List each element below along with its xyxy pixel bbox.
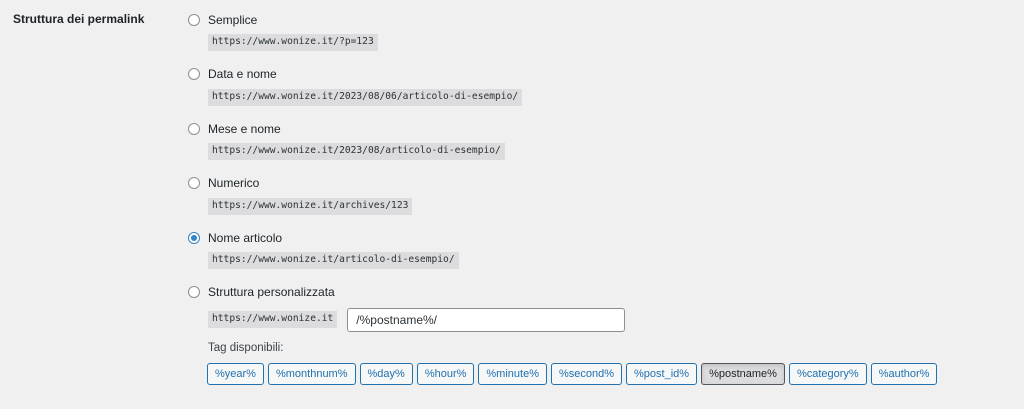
- option-row: Mese e nome: [188, 121, 1008, 136]
- example-url-nome-articolo: https://www.wonize.it/articolo-di-esempi…: [208, 252, 459, 269]
- option-row: Numerico: [188, 176, 1008, 191]
- option-row: Struttura personalizzata: [188, 285, 1008, 300]
- custom-base-url: https://www.wonize.it: [208, 311, 338, 328]
- option-label-semplice[interactable]: Semplice: [208, 13, 257, 27]
- permalink-structure-label: Struttura dei permalink: [13, 12, 145, 26]
- option-label-numerico[interactable]: Numerico: [208, 176, 259, 190]
- example-url-numerico: https://www.wonize.it/archives/123: [208, 197, 413, 215]
- option-nome-articolo: Nome articolo https://www.wonize.it/arti…: [188, 230, 1008, 285]
- tag-button-post-id[interactable]: %post_id%: [626, 362, 698, 385]
- option-label-data-e-nome[interactable]: Data e nome: [208, 67, 277, 81]
- option-row: Nome articolo: [188, 230, 1008, 245]
- option-label-struttura-personalizzata[interactable]: Struttura personalizzata: [208, 285, 335, 299]
- option-row: Semplice: [188, 12, 1008, 27]
- radio-struttura-personalizzata[interactable]: [188, 286, 200, 298]
- available-tags-label: Tag disponibili:: [208, 341, 284, 354]
- example-url-mese-e-nome: https://www.wonize.it/2023/08/articolo-d…: [208, 143, 505, 160]
- option-semplice: Semplice https://www.wonize.it/?p=123: [188, 12, 1008, 67]
- radio-mese-e-nome[interactable]: [188, 122, 200, 135]
- example-url-semplice: https://www.wonize.it/?p=123: [208, 34, 378, 51]
- option-row: Data e nome: [188, 67, 1008, 82]
- option-numerico: Numerico https://www.wonize.it/archives/…: [188, 176, 1008, 231]
- custom-structure-row: https://www.wonize.it: [208, 307, 1008, 332]
- tag-button-category[interactable]: %category%: [788, 362, 867, 385]
- option-label-mese-e-nome[interactable]: Mese e nome: [208, 122, 281, 136]
- radio-numerico[interactable]: [188, 177, 200, 189]
- example-url-data-e-nome: https://www.wonize.it/2023/08/06/articol…: [208, 88, 523, 106]
- radio-semplice[interactable]: [188, 13, 200, 26]
- option-struttura-personalizzata: Struttura personalizzata https://www.won…: [188, 285, 1008, 385]
- tag-button-second[interactable]: %second%: [550, 362, 623, 385]
- permalink-options: Semplice https://www.wonize.it/?p=123 Da…: [188, 12, 1008, 385]
- available-tags: %year% %monthnum% %day% %hour% %minute% …: [207, 362, 1008, 385]
- radio-data-e-nome[interactable]: [188, 68, 200, 80]
- radio-nome-articolo[interactable]: [188, 231, 200, 244]
- option-label-nome-articolo[interactable]: Nome articolo: [208, 231, 282, 245]
- tag-button-minute[interactable]: %minute%: [478, 362, 547, 385]
- tag-button-day[interactable]: %day%: [359, 362, 413, 385]
- tag-button-author[interactable]: %author%: [870, 362, 938, 385]
- tag-button-monthnum[interactable]: %monthnum%: [267, 362, 356, 385]
- option-mese-e-nome: Mese e nome https://www.wonize.it/2023/0…: [188, 121, 1008, 176]
- tag-button-postname[interactable]: %postname%: [701, 362, 785, 385]
- tag-button-hour[interactable]: %hour%: [416, 362, 475, 385]
- tag-button-year[interactable]: %year%: [207, 362, 264, 385]
- custom-structure-input[interactable]: [347, 307, 626, 332]
- option-data-e-nome: Data e nome https://www.wonize.it/2023/0…: [188, 67, 1008, 122]
